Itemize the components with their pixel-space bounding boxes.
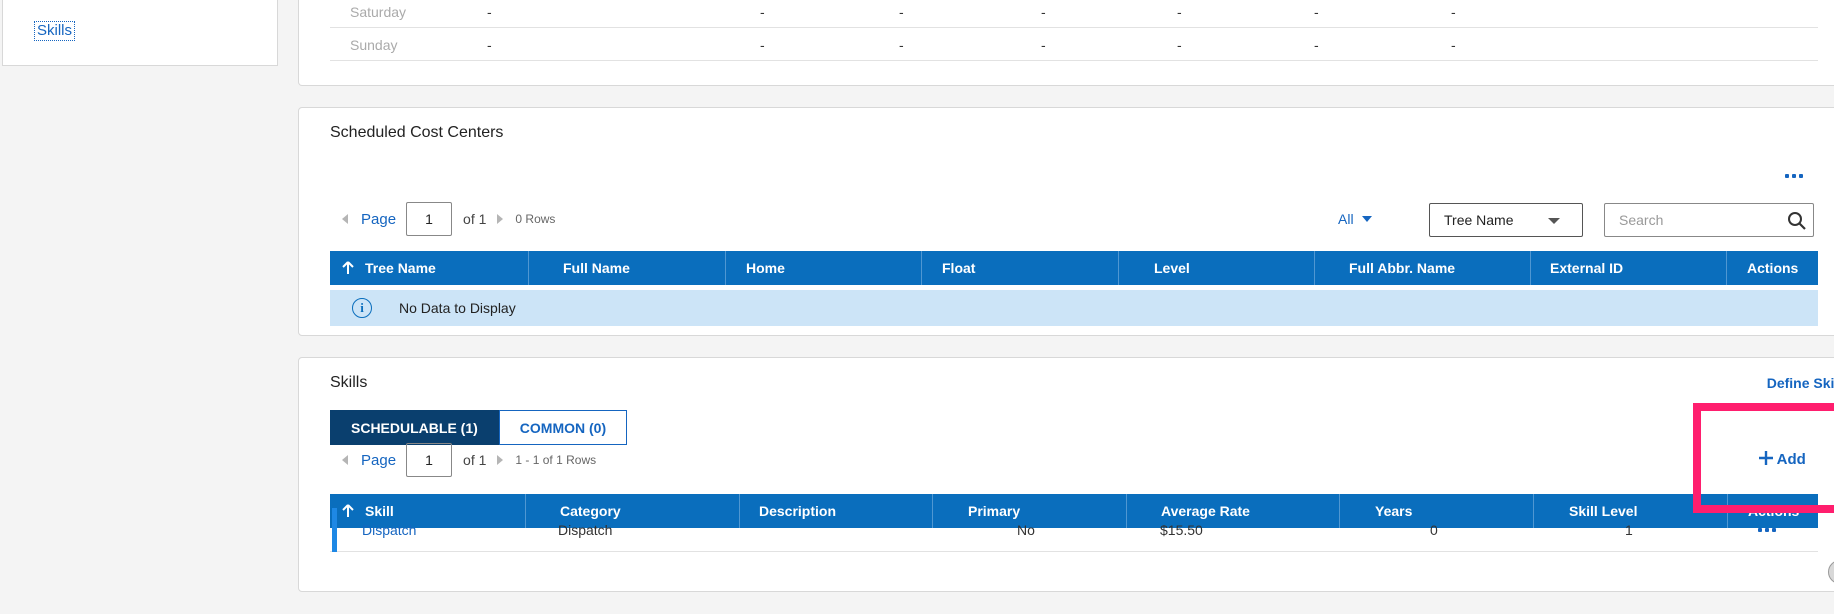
cell: - [1451,37,1456,53]
column-header-external-id[interactable]: External ID [1530,251,1726,285]
years-cell: 0 [1430,522,1438,538]
day-label: Saturday [350,4,407,20]
page-input[interactable]: 1 [406,443,453,477]
cell: - [760,4,765,20]
column-label: Actions [1747,260,1799,276]
cell: - [1177,37,1182,53]
cell: - [487,37,492,53]
sort-select-value: Tree Name [1444,212,1514,228]
sort-select[interactable]: Tree Name [1429,203,1583,237]
page-label: Page [361,451,397,469]
define-skills-link[interactable]: Define Skills [1767,375,1834,391]
prev-page-icon[interactable] [342,214,348,224]
column-header-level[interactable]: Level [1118,251,1314,285]
card-title: Skills [330,374,368,391]
table-row[interactable]: Dispatch Dispatch No $15.50 0 1 [330,508,1818,552]
filter-all-dropdown[interactable]: All [1338,211,1373,227]
search-icon[interactable] [1787,211,1807,231]
cost-centers-table-header: Tree Name Full Name Home Float Level Ful… [330,251,1818,285]
column-label: Tree Name [365,260,436,276]
search-placeholder: Search [1619,212,1664,228]
column-label: External ID [1550,260,1624,276]
row-count: 0 Rows [515,212,556,226]
skill-link[interactable]: Dispatch [362,522,416,538]
skill-level-cell: 1 [1625,522,1633,538]
row-selected-marker [332,508,337,552]
column-label: Home [746,260,785,276]
cost-centers-card: Scheduled Cost Centers Page 1 of 1 0 Row… [298,107,1834,336]
cell: - [760,37,765,53]
cell: - [899,4,904,20]
chevron-down-icon [1362,216,1373,222]
column-header-home[interactable]: Home [725,251,921,285]
cell: - [1314,4,1319,20]
search-input[interactable]: Search [1604,203,1814,237]
availability-card: Saturday - - - - - - - Sunday - - - - - … [298,0,1834,86]
pager: Page 1 of 1 1 - 1 of 1 Rows [330,443,596,477]
sidebar: Skills [2,0,278,66]
prev-page-icon[interactable] [342,455,348,465]
page-count: of 1 [463,452,487,468]
page-label: Page [361,210,397,228]
caret-down-icon [1548,218,1560,224]
column-header-full-abbr-name[interactable]: Full Abbr. Name [1314,251,1530,285]
filter-all-label: All [1338,211,1354,227]
skills-card: Skills Define Skills SCHEDULABLE (1) COM… [298,357,1834,592]
highlight-box [1693,403,1834,513]
day-label: Sunday [350,37,398,53]
skills-tabs: SCHEDULABLE (1) COMMON (0) [330,410,628,445]
cell: - [1177,4,1182,20]
row-actions-icon[interactable] [1758,528,1776,532]
page-count: of 1 [463,211,487,227]
card-title: Scheduled Cost Centers [330,124,504,141]
info-icon: i [352,298,372,318]
column-header-actions: Actions [1726,251,1818,285]
cell: - [899,37,904,53]
column-label: Level [1154,260,1190,276]
sidebar-item-skills[interactable]: Skills [34,21,76,41]
no-data-message: No Data to Display [399,300,516,316]
next-page-icon[interactable] [497,455,504,465]
cell: - [487,4,492,20]
tab-common[interactable]: COMMON (0) [498,410,628,445]
column-header-tree-name[interactable]: Tree Name [330,251,528,285]
table-row: Saturday - - - - - - - [330,0,1818,28]
sort-ascending-icon [342,261,354,274]
more-options-icon[interactable] [1785,174,1803,178]
cell: - [1314,37,1319,53]
no-data-row: i No Data to Display [330,290,1818,326]
cell: - [1041,37,1046,53]
column-label: Full Name [563,260,630,276]
cell: - [1041,4,1046,20]
column-label: Float [942,260,976,276]
average-rate-cell: $15.50 [1160,522,1203,538]
pager: Page 1 of 1 0 Rows [330,202,555,236]
tab-schedulable[interactable]: SCHEDULABLE (1) [330,410,499,445]
category-cell: Dispatch [558,522,613,538]
cell: - [1451,4,1456,20]
primary-cell: No [1017,522,1035,538]
column-header-float[interactable]: Float [921,251,1118,285]
row-count: 1 - 1 of 1 Rows [515,453,597,467]
page-input[interactable]: 1 [406,202,453,236]
next-page-icon[interactable] [497,214,504,224]
column-label: Full Abbr. Name [1349,260,1456,276]
table-row: Sunday - - - - - - - [330,28,1818,61]
column-header-full-name[interactable]: Full Name [528,251,725,285]
